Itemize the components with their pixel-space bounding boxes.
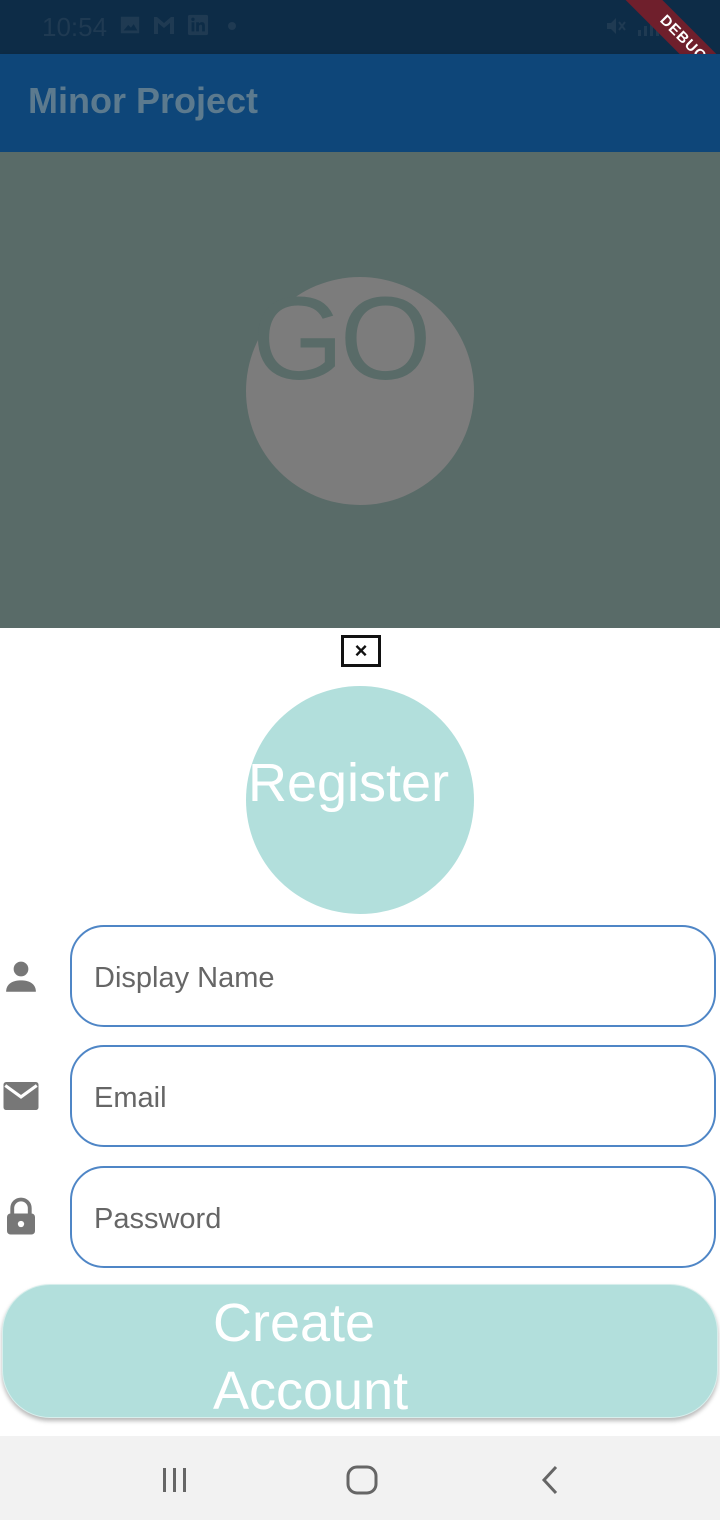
recents-icon[interactable] bbox=[155, 1460, 195, 1500]
create-account-label: Create Account bbox=[213, 1293, 409, 1421]
home-icon[interactable] bbox=[342, 1460, 382, 1500]
status-bar: 10:54 DEBUG bbox=[0, 0, 720, 102]
password-input[interactable] bbox=[92, 1168, 696, 1270]
lock-icon bbox=[0, 1196, 42, 1238]
back-icon[interactable] bbox=[530, 1460, 570, 1500]
password-field[interactable] bbox=[70, 1166, 716, 1270]
system-nav-bar bbox=[0, 1436, 720, 1520]
linkedin-icon bbox=[186, 14, 210, 38]
email-input[interactable] bbox=[92, 1047, 696, 1149]
register-heading: Register bbox=[248, 753, 450, 813]
display-name-input[interactable] bbox=[92, 927, 696, 1029]
go-logo-text: GO bbox=[252, 273, 432, 405]
email-row bbox=[0, 1045, 720, 1149]
dot-icon bbox=[220, 14, 244, 38]
gmail-icon bbox=[152, 14, 176, 38]
display-name-row bbox=[0, 925, 720, 1029]
mail-icon bbox=[0, 1075, 42, 1117]
password-row bbox=[0, 1166, 720, 1270]
modal-scrim[interactable]: GO bbox=[0, 152, 720, 628]
create-account-button[interactable]: Create Account bbox=[2, 1284, 718, 1421]
mute-icon bbox=[604, 14, 628, 38]
close-icon: × bbox=[354, 638, 368, 663]
status-time: 10:54 bbox=[42, 12, 108, 42]
email-field[interactable] bbox=[70, 1045, 716, 1149]
status-notification-icons bbox=[118, 14, 244, 38]
display-name-field[interactable] bbox=[70, 925, 716, 1029]
app-bar: Minor Project bbox=[0, 54, 720, 152]
person-icon bbox=[0, 955, 42, 997]
page-title: Minor Project bbox=[28, 80, 259, 121]
image-icon bbox=[118, 14, 142, 38]
register-sheet: × Register Create Account bbox=[0, 628, 720, 1436]
close-button[interactable]: × bbox=[341, 635, 381, 667]
